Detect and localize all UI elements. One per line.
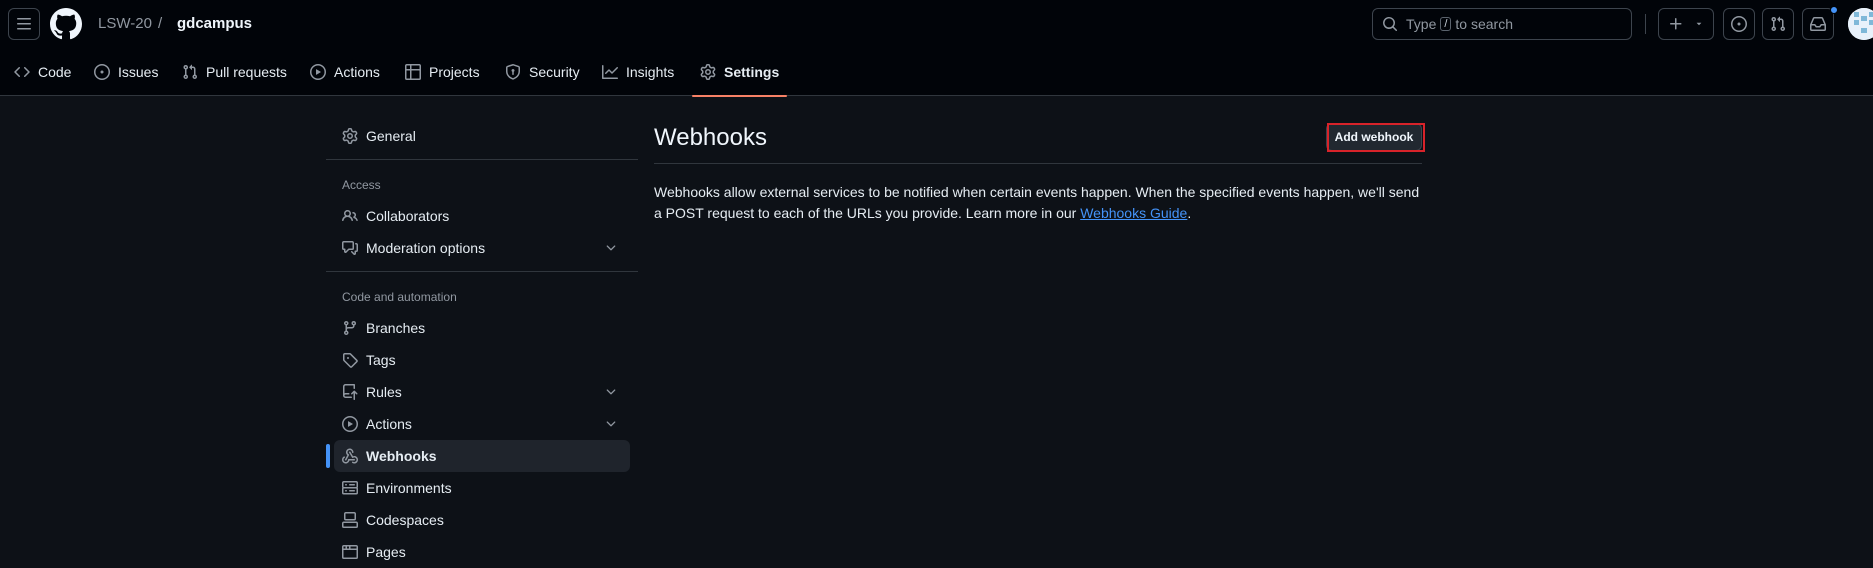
avatar[interactable] bbox=[1848, 8, 1873, 40]
top-bar: LSW-20 / gdcampus Type / to search bbox=[0, 0, 1873, 48]
search-suffix: to search bbox=[1455, 16, 1514, 32]
code-icon bbox=[14, 66, 30, 78]
tab-security[interactable]: Security bbox=[497, 48, 588, 96]
tag-icon bbox=[343, 353, 358, 368]
table-icon bbox=[405, 64, 421, 80]
sidebar-heading-code-automation: Code and automation bbox=[342, 290, 457, 304]
tab-issues[interactable]: Issues bbox=[86, 48, 166, 96]
tab-label: Pull requests bbox=[206, 64, 287, 80]
search-input[interactable]: Type / to search bbox=[1372, 8, 1632, 40]
sidebar-item-moderation-options[interactable]: Moderation options bbox=[334, 232, 630, 264]
git-branch-icon bbox=[343, 321, 356, 336]
sidebar-item-general[interactable]: General bbox=[334, 120, 630, 152]
gear-icon bbox=[700, 64, 716, 80]
sidebar-item-webhooks[interactable]: Webhooks bbox=[326, 440, 630, 472]
header-divider bbox=[1645, 14, 1646, 34]
sidebar-item-label: Moderation options bbox=[366, 240, 486, 256]
sidebar-divider bbox=[326, 159, 638, 160]
graph-icon bbox=[602, 65, 618, 79]
play-icon bbox=[342, 416, 358, 432]
page-title: Webhooks bbox=[654, 124, 767, 151]
pull-requests-button[interactable] bbox=[1762, 8, 1794, 40]
tab-label: Issues bbox=[118, 64, 159, 80]
inbox-button[interactable] bbox=[1802, 8, 1834, 40]
repo-header: LSW-20 / gdcampus Type / to search Code … bbox=[0, 0, 1873, 97]
sidebar-item-label: Environments bbox=[366, 480, 452, 496]
sidebar-item-environments[interactable]: Environments bbox=[334, 472, 630, 504]
notification-dot bbox=[1830, 6, 1838, 14]
issues-button[interactable] bbox=[1723, 8, 1755, 40]
menu-button[interactable] bbox=[8, 8, 40, 40]
breadcrumb-separator: / bbox=[158, 15, 163, 32]
tab-label: Settings bbox=[724, 64, 780, 80]
tab-label: Code bbox=[38, 64, 72, 80]
tab-insights[interactable]: Insights bbox=[594, 48, 682, 96]
git-pull-request-icon bbox=[183, 64, 198, 80]
sidebar-item-label: Tags bbox=[366, 352, 396, 368]
triangle-down-icon bbox=[1696, 22, 1702, 26]
sidebar-item-label: Collaborators bbox=[366, 208, 450, 224]
chevron-down-icon bbox=[606, 245, 616, 251]
hamburger-icon bbox=[17, 18, 31, 30]
sidebar-item-label: General bbox=[366, 128, 416, 144]
sidebar-item-rules[interactable]: Rules bbox=[334, 376, 630, 408]
inbox-icon bbox=[1810, 17, 1826, 31]
identicon-icon bbox=[1848, 8, 1873, 40]
repo-tabs: Code Issues Pull requests Actions Projec… bbox=[0, 48, 1873, 97]
tab-projects[interactable]: Projects bbox=[397, 48, 488, 96]
tab-settings[interactable]: Settings bbox=[692, 48, 788, 97]
breadcrumb-repo[interactable]: gdcampus bbox=[177, 15, 252, 32]
shield-icon bbox=[506, 64, 520, 80]
search-icon bbox=[1383, 17, 1398, 32]
issue-opened-icon bbox=[94, 64, 110, 80]
breadcrumb-owner[interactable]: LSW-20 bbox=[98, 15, 152, 32]
git-pull-request-icon bbox=[1771, 16, 1786, 32]
webhooks-description: Webhooks allow external services to be n… bbox=[654, 182, 1424, 224]
sidebar-divider bbox=[326, 271, 638, 272]
sidebar-item-label: Actions bbox=[366, 416, 412, 432]
tab-label: Security bbox=[529, 64, 580, 80]
codespaces-icon bbox=[342, 512, 358, 528]
tab-label: Actions bbox=[334, 64, 380, 80]
sidebar-item-branches[interactable]: Branches bbox=[334, 312, 630, 344]
play-icon bbox=[310, 64, 326, 80]
browser-icon bbox=[342, 545, 358, 559]
sidebar-heading-access: Access bbox=[342, 178, 381, 192]
chevron-down-icon bbox=[606, 421, 616, 427]
repo-push-icon bbox=[343, 384, 358, 400]
create-new-button[interactable] bbox=[1658, 8, 1714, 40]
gear-icon bbox=[342, 128, 358, 144]
sidebar-item-collaborators[interactable]: Collaborators bbox=[334, 200, 630, 232]
tab-code[interactable]: Code bbox=[6, 48, 79, 96]
sidebar-item-tags[interactable]: Tags bbox=[334, 344, 630, 376]
sidebar-item-pages[interactable]: Pages bbox=[334, 536, 630, 568]
server-icon bbox=[342, 481, 358, 495]
people-icon bbox=[342, 209, 358, 222]
tab-label: Insights bbox=[626, 64, 675, 80]
sidebar-item-label: Webhooks bbox=[366, 448, 437, 464]
sidebar-item-label: Branches bbox=[366, 320, 426, 336]
issue-opened-icon bbox=[1731, 16, 1747, 32]
chevron-down-icon bbox=[606, 389, 616, 395]
comment-discussion-icon bbox=[342, 241, 358, 255]
description-text: Webhooks allow external services to be n… bbox=[654, 184, 1420, 221]
plus-icon bbox=[1670, 18, 1682, 30]
add-webhook-button[interactable]: Add webhook bbox=[1326, 123, 1422, 151]
search-prefix: Type bbox=[1406, 16, 1437, 32]
tab-actions[interactable]: Actions bbox=[302, 48, 388, 96]
sidebar-item-label: Rules bbox=[366, 384, 402, 400]
github-logo-icon[interactable] bbox=[50, 8, 82, 40]
sidebar-item-codespaces[interactable]: Codespaces bbox=[334, 504, 630, 536]
title-divider bbox=[654, 163, 1422, 164]
sidebar-item-label: Pages bbox=[366, 544, 406, 560]
description-end: . bbox=[1187, 205, 1192, 221]
sidebar-item-label: Codespaces bbox=[366, 512, 444, 528]
sidebar-item-actions[interactable]: Actions bbox=[334, 408, 630, 440]
search-shortcut-key: / bbox=[1440, 17, 1452, 31]
webhooks-guide-link[interactable]: Webhooks Guide bbox=[1080, 205, 1187, 221]
tab-pull-requests[interactable]: Pull requests bbox=[174, 48, 295, 96]
webhook-icon bbox=[342, 448, 358, 464]
tab-label: Projects bbox=[429, 64, 480, 80]
